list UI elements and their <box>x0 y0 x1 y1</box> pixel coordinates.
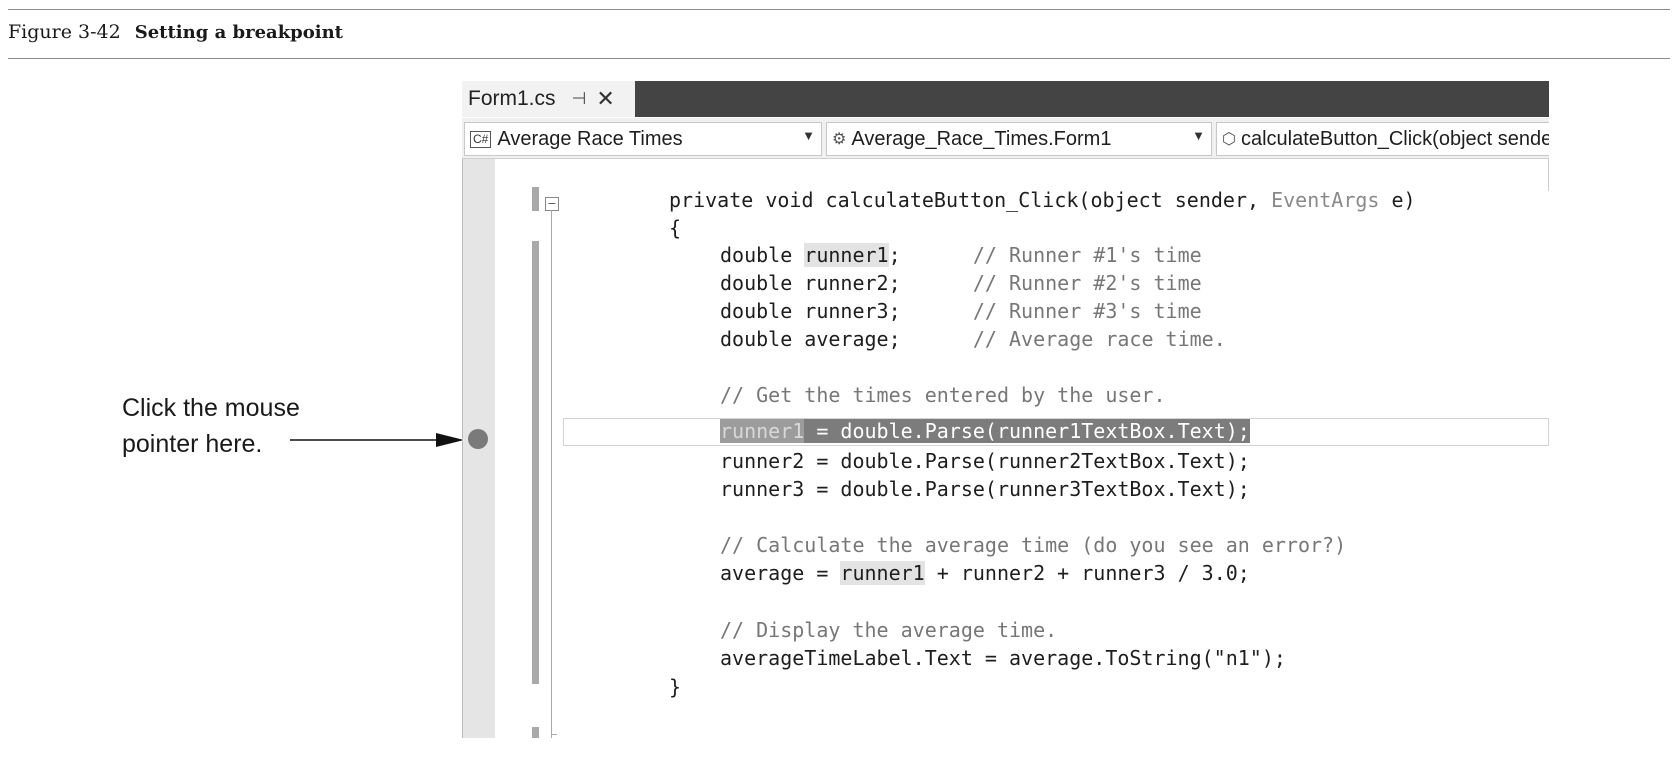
member-dropdown[interactable]: ⬡ calculateButton_Click(object sender, E… <box>1216 122 1549 156</box>
code-line-8: runner1 = double.Parse(runner1TextBox.Te… <box>720 417 1250 445</box>
code-line-1: private void calculateButton_Click(objec… <box>669 188 1416 212</box>
tab-label: Form1.cs <box>468 87 556 110</box>
method-icon: ⬡ <box>1222 131 1236 148</box>
code-line-14: averageTimeLabel.Text = average.ToString… <box>720 646 1286 670</box>
code-line-4: double runner2; // Runner #2's time <box>720 271 1202 295</box>
csharp-project-icon: C# <box>470 130 492 148</box>
callout-text: Click the mouse pointer here. <box>122 390 300 462</box>
code-line-15: } <box>669 675 682 699</box>
code-line-5: double runner3; // Runner #3's time <box>720 299 1202 323</box>
figure-title: Setting a breakpoint <box>134 22 343 43</box>
chevron-down-icon[interactable]: ▼ <box>802 128 815 143</box>
code-line-10: runner3 = double.Parse(runner3TextBox.Te… <box>720 477 1250 501</box>
member-dropdown-value: calculateButton_Click(object sender, Eve… <box>1240 127 1549 150</box>
tab-form1-cs[interactable]: Form1.cs ⊣ ✕ <box>462 81 635 117</box>
code-text: private void calculateButton_Click(objec… <box>462 159 1549 738</box>
top-rule <box>8 9 1670 10</box>
chevron-down-icon[interactable]: ▼ <box>1192 128 1205 143</box>
figure-caption: Figure 3-42 Setting a breakpoint <box>8 21 343 44</box>
navigation-bar: C# Average Race Times ▼ ⚙ Average_Race_T… <box>462 118 1549 159</box>
callout-line-1: Click the mouse <box>122 394 300 422</box>
close-icon[interactable]: ✕ <box>596 86 614 112</box>
callout-line-2: pointer here. <box>122 430 263 458</box>
caption-rule <box>8 58 1670 59</box>
class-dropdown[interactable]: ⚙ Average_Race_Times.Form1 ▼ <box>826 122 1212 156</box>
code-editor[interactable]: − private void calculateButton_Click(obj… <box>462 159 1549 738</box>
ide-window: Form1.cs ⊣ ✕ C# Average Race Times ▼ ⚙ A… <box>462 81 1549 738</box>
code-line-2: { <box>669 216 682 240</box>
code-line-13: // Display the average time. <box>720 618 1058 642</box>
selected-statement: runner1 = double.Parse(runner1TextBox.Te… <box>720 419 1250 443</box>
code-line-7: // Get the times entered by the user. <box>720 383 1166 407</box>
class-icon: ⚙ <box>832 131 847 148</box>
pin-icon[interactable]: ⊣ <box>572 89 587 109</box>
code-line-12: average = runner1 + runner2 + runner3 / … <box>720 561 1250 585</box>
class-dropdown-value: Average_Race_Times.Form1 <box>851 127 1112 150</box>
project-dropdown[interactable]: C# Average Race Times ▼ <box>464 122 822 156</box>
code-line-3: double runner1; // Runner #1's time <box>720 243 1202 267</box>
figure-number: Figure 3-42 <box>8 21 121 43</box>
callout-arrow-icon <box>290 433 464 447</box>
code-line-11: // Calculate the average time (do you se… <box>720 533 1347 557</box>
code-line-9: runner2 = double.Parse(runner2TextBox.Te… <box>720 449 1250 473</box>
project-dropdown-value: Average Race Times <box>497 127 683 150</box>
code-line-6: double average; // Average race time. <box>720 327 1226 351</box>
document-tab-bar: Form1.cs ⊣ ✕ <box>462 81 1549 117</box>
